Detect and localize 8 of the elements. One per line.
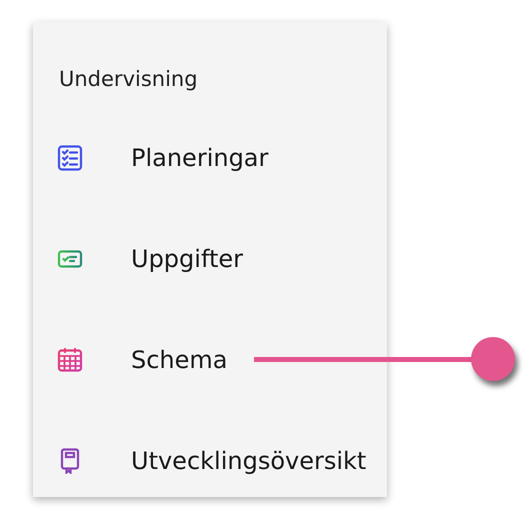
calendar-icon xyxy=(57,346,83,372)
menu-heading: Undervisning xyxy=(58,67,199,91)
pointer-dot xyxy=(471,337,515,381)
menu-item[interactable]: Planeringar xyxy=(131,144,268,172)
menu-item[interactable]: Uppgifter xyxy=(131,244,244,272)
menu-item[interactable]: Schema xyxy=(131,346,228,374)
menu-item[interactable]: Utvecklingsöversikt xyxy=(131,446,366,474)
checklist-icon xyxy=(57,144,83,170)
